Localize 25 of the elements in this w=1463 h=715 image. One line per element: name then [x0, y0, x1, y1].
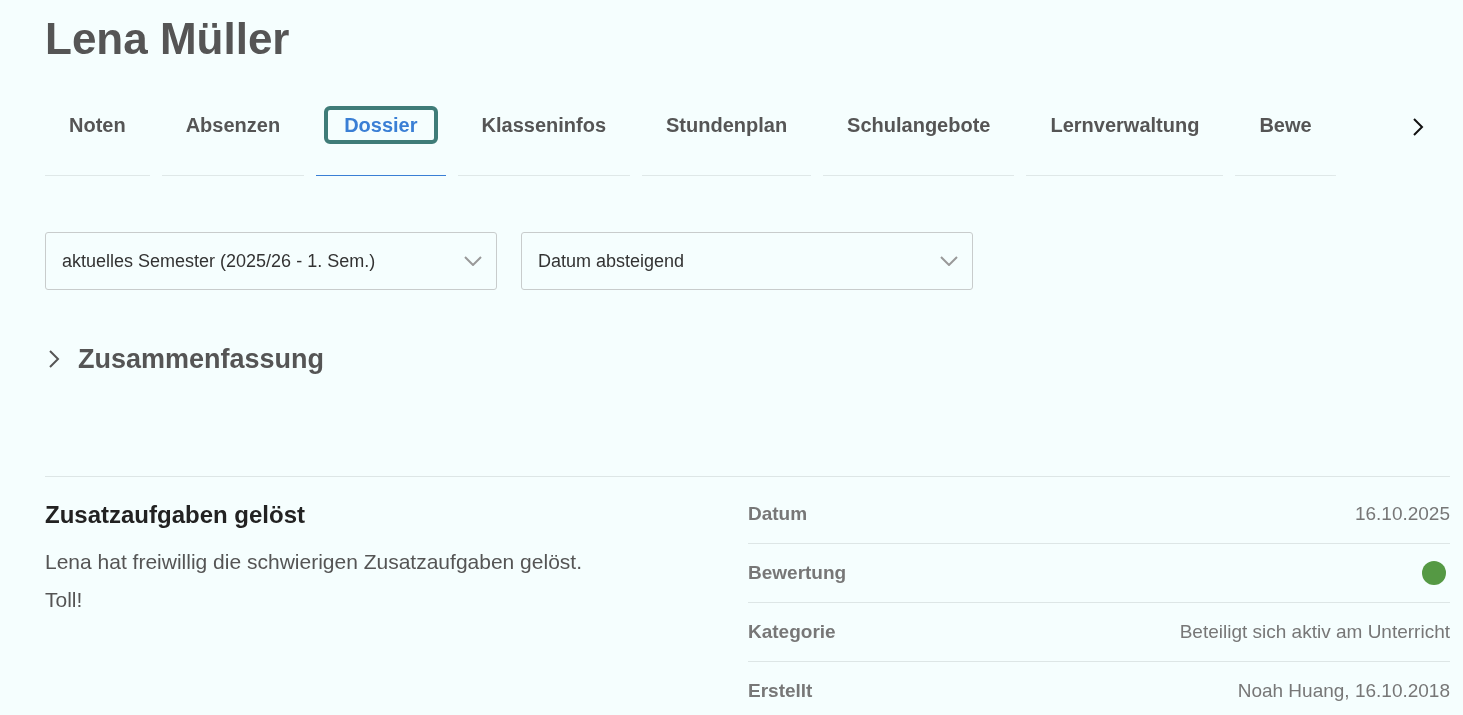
summary-toggle[interactable]: Zusammenfassung: [49, 334, 1450, 384]
entry-text: Lena hat freiwillig die schwierigen Zusatzaufgaben gelöst. Toll!: [45, 549, 583, 613]
chevron-right-icon: [49, 350, 60, 368]
tab[interactable]: Schulangebote: [823, 100, 1015, 176]
detail-label: Erstellt: [748, 680, 813, 702]
tab[interactable]: Noten: [45, 100, 150, 176]
detail-value: Noah Huang, 16.10.2018: [1237, 680, 1450, 702]
detail-label: Kategorie: [748, 621, 836, 643]
detail-label: Datum: [748, 503, 808, 525]
chevron-right-icon: [1410, 117, 1426, 137]
chevron-down-icon: [464, 256, 482, 266]
chevron-down-icon: [940, 256, 958, 266]
tab[interactable]: Bewe: [1235, 100, 1336, 176]
tab[interactable]: Absenzen: [161, 100, 305, 176]
tab[interactable]: Stundenplan: [642, 100, 812, 176]
tab[interactable]: Lernverwaltung: [1026, 100, 1224, 176]
tab[interactable]: Dossier: [316, 100, 446, 176]
tab[interactable]: Klasseninfos: [457, 100, 630, 176]
dropdown[interactable]: aktuelles Semester (2025/26 - 1. Sem.): [45, 232, 497, 290]
entry-title: Zusatzaufgaben gelöst: [45, 501, 307, 529]
detail-value: 16.10.2025: [1354, 503, 1450, 525]
dropdown[interactable]: Datum absteigend: [521, 232, 973, 290]
detail-value: Beteiligt sich aktiv am Unterricht: [1179, 621, 1450, 643]
detail-label: Bewertung: [748, 562, 847, 584]
page-title: Lena Müller: [45, 14, 291, 64]
